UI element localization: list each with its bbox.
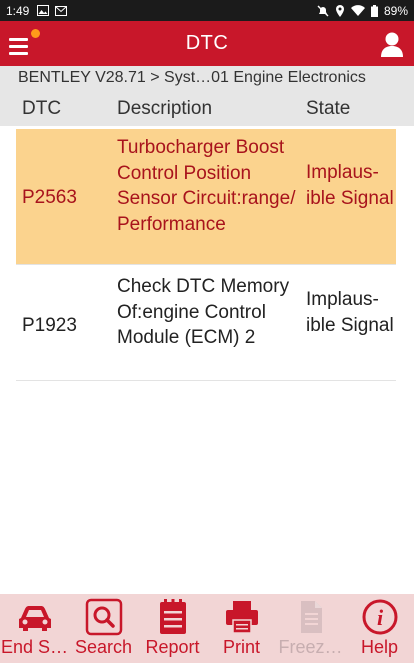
dtc-description: Turbocharger Boost Control Position Sens… — [117, 137, 296, 235]
page-title: DTC — [185, 32, 229, 54]
notification-dot — [31, 29, 40, 38]
help-icon: i — [362, 599, 397, 635]
email-icon — [55, 5, 68, 16]
breadcrumb: BENTLEY V28.71 > Syst…01 Engine Electron… — [0, 66, 414, 90]
dtc-state: Implaus-ible Signal — [306, 162, 394, 209]
table-row[interactable]: P2563 Turbocharger Boost Control Positio… — [16, 129, 396, 265]
column-header-dtc: DTC — [22, 98, 62, 119]
app-bar: DTC — [0, 21, 414, 66]
image-icon — [37, 5, 50, 16]
table-header: DTC Description State — [0, 90, 414, 126]
svg-text:i: i — [376, 605, 383, 630]
report-icon — [159, 599, 186, 634]
search-icon — [85, 598, 122, 636]
bottom-toolbar: End S… Search Report Print Freez… i Help — [0, 594, 414, 663]
search-label: Search — [74, 637, 133, 657]
status-bar: 1:49 89% — [0, 0, 414, 21]
dtc-state: Implaus-ible Signal — [306, 289, 394, 336]
car-icon — [18, 606, 51, 631]
end-session-button[interactable]: End S… — [0, 594, 69, 663]
user-icon — [381, 32, 403, 57]
menu-button[interactable] — [6, 29, 40, 59]
column-header-description: Description — [117, 98, 213, 119]
column-header-state: State — [306, 98, 351, 119]
freeze-frame-button[interactable]: Freez… — [276, 594, 345, 663]
end-session-label: End S… — [0, 637, 69, 657]
print-label: Print — [222, 637, 260, 657]
search-button[interactable]: Search — [69, 594, 138, 663]
battery-level: 89% — [383, 3, 408, 18]
mute-icon — [317, 5, 329, 17]
table-row[interactable]: P1923 Check DTC Memory Of:engine Control… — [16, 268, 396, 381]
printer-icon — [225, 601, 258, 634]
freeze-frame-label: Freez… — [278, 637, 343, 657]
location-icon — [335, 4, 345, 17]
dtc-code: P2563 — [22, 187, 77, 208]
status-time: 1:49 — [6, 3, 30, 18]
print-button[interactable]: Print — [207, 594, 276, 663]
user-button[interactable] — [378, 30, 406, 58]
freeze-frame-icon — [300, 601, 322, 633]
report-button[interactable]: Report — [138, 594, 207, 663]
report-label: Report — [145, 637, 200, 657]
battery-icon — [370, 4, 378, 17]
help-label: Help — [360, 637, 399, 657]
wifi-icon — [350, 5, 365, 16]
dtc-code: P1923 — [22, 315, 77, 336]
dtc-description: Check DTC Memory Of:engine Control Modul… — [117, 276, 290, 348]
help-button[interactable]: i Help — [345, 594, 414, 663]
